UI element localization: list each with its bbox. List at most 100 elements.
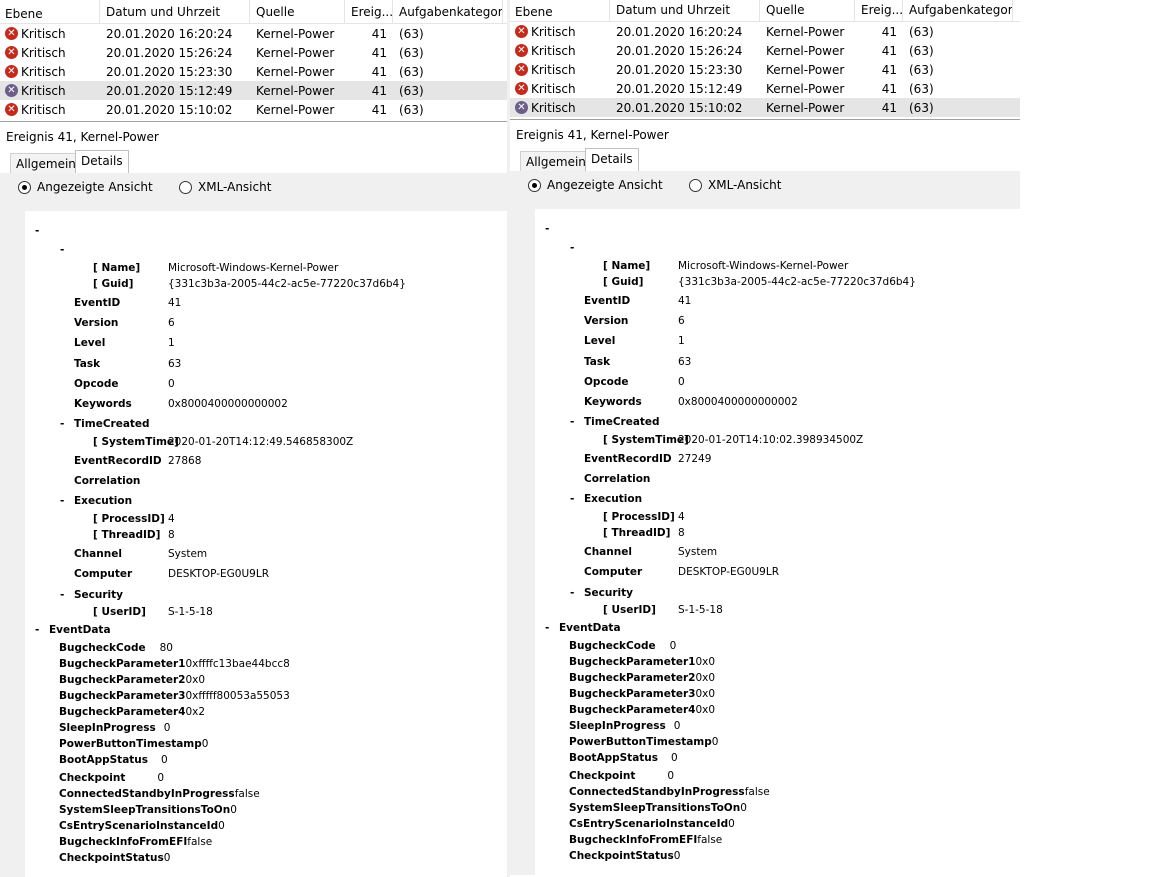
event-data-item: PowerButtonTimestamp0 [569, 736, 718, 748]
tree-provider-guid-label: [ Guid] [603, 276, 644, 288]
radio-label: XML-Ansicht [708, 178, 782, 192]
column-event-id-header[interactable]: Ereig... [855, 0, 903, 21]
radio-circle[interactable] [179, 180, 192, 194]
event-row[interactable]: ✕ Kritisch 20.01.2020 15:12:49 Kernel-Power… [510, 79, 1020, 98]
tree-level-value: 1 [678, 335, 685, 347]
event-row[interactable]: ✕ Kritisch 20.01.2020 15:26:24 Kernel-Power… [510, 41, 1020, 60]
event-data-key: BugcheckParameter3 [569, 688, 696, 700]
event-title: Ereignis 41, Kernel-Power [510, 120, 1020, 143]
tree-opcode-label: Opcode [74, 378, 119, 390]
error-icon: ✕ [5, 27, 18, 40]
event-title: Ereignis 41, Kernel-Power [0, 122, 507, 145]
event-data-item: BugcheckCode 80 [59, 642, 173, 654]
event-data-value: 0 [201, 738, 209, 750]
event-data-value: 0 [163, 722, 171, 734]
collapse-toggle[interactable]: - [570, 416, 574, 428]
details-tabs: Allgemein Details [0, 145, 507, 173]
event-datetime: 20.01.2020 15:10:02 [106, 102, 233, 117]
details-tree[interactable]: - - [ Name] Microsoft-Windows-Kernel-Power [… [535, 209, 1020, 875]
column-event-id-header[interactable]: Ereig... [345, 0, 393, 23]
tree-event-id-value: 41 [168, 297, 182, 309]
event-row[interactable]: ✕ Kritisch 20.01.2020 16:20:24 Kernel-Power… [0, 24, 507, 43]
radio-xml-view[interactable]: XML-Ansicht [179, 180, 271, 194]
tree-event-record-id-label: EventRecordID [74, 455, 162, 467]
event-category: (63) [399, 45, 424, 60]
radio-circle-selected[interactable] [528, 178, 541, 192]
event-data-value: 0x0 [695, 672, 716, 684]
tree-provider-guid-label: [ Guid] [93, 278, 134, 290]
tab-details[interactable]: Details [75, 150, 129, 173]
tab-general[interactable]: Allgemein [10, 153, 82, 173]
event-row[interactable]: ✕ Kritisch 20.01.2020 15:23:30 Kernel-Power… [510, 60, 1020, 79]
column-source-header[interactable]: Quelle [760, 0, 855, 21]
collapse-toggle[interactable]: - [570, 242, 574, 254]
tree-channel-value: System [678, 546, 718, 558]
tree-process-id-value: 4 [678, 511, 685, 523]
event-level-cell: ✕ Kritisch [0, 84, 100, 98]
event-data-key: PowerButtonTimestamp [59, 738, 202, 750]
collapse-toggle[interactable]: - [35, 225, 39, 237]
radio-circle-selected[interactable] [18, 180, 31, 194]
collapse-toggle[interactable]: - [60, 589, 64, 601]
event-row[interactable]: ✕ Kritisch 20.01.2020 16:20:24 Kernel-Power… [510, 22, 1020, 41]
event-data-key: CheckpointStatus [59, 852, 164, 864]
radio-friendly-view[interactable]: Angezeigte Ansicht [18, 180, 153, 194]
tree-channel-value: System [168, 548, 208, 560]
event-data-value: 0x0 [695, 656, 716, 668]
event-list[interactable]: Ebene Datum und Uhrzeit Quelle Ereig... Aufg… [510, 0, 1020, 120]
radio-friendly-view[interactable]: Angezeigte Ansicht [528, 178, 663, 192]
tree-correlation-label: Correlation [74, 475, 141, 487]
event-data-item: BootAppStatus 0 [59, 754, 168, 766]
tree-version-value: 6 [168, 317, 175, 329]
event-data-item: ConnectedStandbyInProgressfalse [59, 788, 260, 800]
event-data-item: SystemSleepTransitionsToOn0 [59, 804, 237, 816]
tree-task-value: 63 [168, 358, 182, 370]
details-tree-area: - - [ Name] Microsoft-Windows-Kernel-Power [… [510, 209, 1020, 875]
tree-keywords-value: 0x8000400000000002 [678, 396, 798, 408]
event-data-value: 0x0 [185, 674, 206, 686]
tree-process-id-value: 4 [168, 513, 175, 525]
collapse-toggle[interactable]: - [570, 587, 574, 599]
collapse-toggle[interactable]: - [35, 624, 39, 636]
tab-details[interactable]: Details [585, 148, 639, 171]
radio-xml-view[interactable]: XML-Ansicht [689, 178, 781, 192]
event-data-value: 0 [161, 754, 168, 766]
event-data-item: SystemSleepTransitionsToOn0 [569, 802, 747, 814]
tree-process-id-label: [ ProcessID] [93, 513, 165, 525]
event-data-item: CsEntryScenarioInstanceId0 [569, 818, 735, 830]
event-row[interactable]: ✕ Kritisch 20.01.2020 15:10:02 Kernel-Power… [0, 100, 507, 119]
column-category-header[interactable]: Aufgabenkategorie [903, 0, 1013, 21]
radio-circle[interactable] [689, 178, 702, 192]
collapse-toggle[interactable]: - [60, 495, 64, 507]
column-source-header[interactable]: Quelle [250, 0, 345, 23]
event-id: 41 [881, 43, 897, 58]
event-data-item: CheckpointStatus0 [59, 852, 170, 864]
event-data-value: 0x0 [695, 704, 716, 716]
collapse-toggle[interactable]: - [545, 223, 549, 235]
column-level-header[interactable]: Ebene [510, 0, 610, 21]
event-list[interactable]: Ebene Datum und Uhrzeit Quelle Ereig... Aufg… [0, 0, 507, 122]
details-tree[interactable]: - - [ Name] Microsoft-Windows-Kernel-Power [… [25, 211, 507, 877]
event-data-value: false [744, 786, 770, 798]
collapse-toggle[interactable]: - [60, 418, 64, 430]
error-icon: ✕ [515, 63, 528, 76]
column-datetime-header[interactable]: Datum und Uhrzeit [100, 0, 250, 23]
event-id: 41 [881, 62, 897, 77]
event-source: Kernel-Power [766, 62, 845, 77]
column-datetime-header[interactable]: Datum und Uhrzeit [610, 0, 760, 21]
event-datetime: 20.01.2020 16:20:24 [616, 24, 743, 39]
tree-computer-value: DESKTOP-EG0U9LR [168, 568, 269, 580]
event-id: 41 [371, 83, 387, 98]
collapse-toggle[interactable]: - [570, 493, 574, 505]
event-row[interactable]: ✕ Kritisch 20.01.2020 15:12:49 Kernel-Power… [0, 81, 507, 100]
event-data-key: CsEntryScenarioInstanceId [59, 820, 219, 832]
collapse-toggle[interactable]: - [60, 244, 64, 256]
event-row[interactable]: ✕ Kritisch 20.01.2020 15:10:02 Kernel-Power… [510, 98, 1020, 117]
collapse-toggle[interactable]: - [545, 622, 549, 634]
column-category-header[interactable]: Aufgabenkategorie [393, 0, 503, 23]
event-row[interactable]: ✕ Kritisch 20.01.2020 15:23:30 Kernel-Power… [0, 62, 507, 81]
event-row[interactable]: ✕ Kritisch 20.01.2020 15:26:24 Kernel-Power… [0, 43, 507, 62]
tab-general[interactable]: Allgemein [520, 151, 592, 171]
event-data-key: PowerButtonTimestamp [569, 736, 712, 748]
column-level-header[interactable]: Ebene [0, 0, 100, 23]
